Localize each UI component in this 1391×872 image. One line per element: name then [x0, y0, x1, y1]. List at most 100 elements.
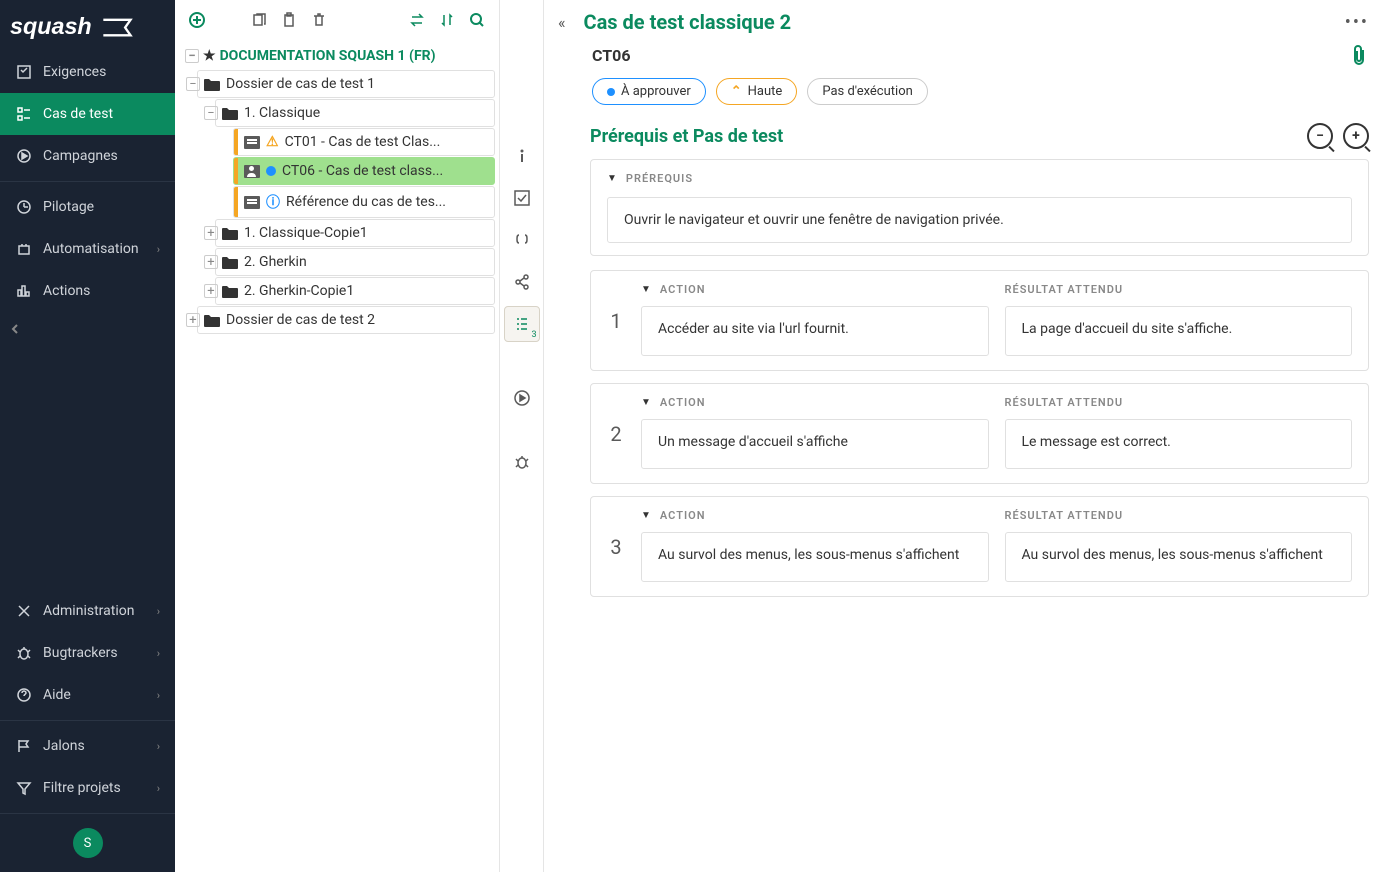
- search-button[interactable]: [463, 6, 491, 34]
- tree-item[interactable]: ⚠ CT01 - Cas de test Clas...: [233, 128, 495, 156]
- expand-icon[interactable]: +: [204, 226, 218, 240]
- tree-label: CT06 - Cas de test class...: [282, 163, 488, 179]
- prerequisite-header[interactable]: ▼ PRÉREQUIS: [607, 172, 1352, 185]
- test-step: 1 ▼ACTION Accéder au site via l'url four…: [590, 270, 1369, 371]
- folder-icon: [204, 78, 220, 91]
- dot-icon: [607, 88, 615, 96]
- prerequisite-text[interactable]: Ouvrir le navigateur et ouvrir une fenêt…: [607, 197, 1352, 243]
- info-tab[interactable]: [504, 138, 540, 174]
- steps-section: Prérequis et Pas de test − + ▼ PRÉREQUIS…: [544, 105, 1391, 609]
- collapse-panel-button[interactable]: «: [558, 13, 566, 32]
- step-number: 3: [591, 497, 641, 596]
- play-tab[interactable]: [504, 380, 540, 416]
- chevron-right-icon: ›: [157, 647, 160, 660]
- nav-bugtrackers[interactable]: Bugtrackers ›: [0, 632, 175, 674]
- tree-folder[interactable]: − 1. Classique: [215, 99, 495, 127]
- tree-body: − ★ DOCUMENTATION SQUASH 1 (FR) − Dossie…: [175, 40, 499, 872]
- swap-button[interactable]: [403, 6, 431, 34]
- zoom-in-icon[interactable]: +: [1343, 123, 1369, 149]
- nav-jalons[interactable]: Jalons ›: [0, 725, 175, 767]
- share-tab[interactable]: [504, 264, 540, 300]
- collapse-icon[interactable]: −: [186, 77, 200, 91]
- chevron-right-icon: ›: [157, 782, 160, 795]
- caret-down-icon: ▼: [641, 284, 652, 295]
- automation-icon: [15, 240, 33, 258]
- collapse-sidebar-button[interactable]: [0, 312, 175, 346]
- admin-icon: [15, 602, 33, 620]
- step-number: 2: [591, 384, 641, 483]
- action-label: ACTION: [660, 509, 706, 522]
- result-header[interactable]: RÉSULTAT ATTENDU: [1005, 509, 1353, 522]
- check-tab[interactable]: [504, 180, 540, 216]
- warning-icon: ⚠: [266, 134, 279, 150]
- tree-item-selected[interactable]: CT06 - Cas de test class...: [233, 157, 495, 185]
- nav-aide[interactable]: Aide ›: [0, 674, 175, 716]
- nav-label: Actions: [43, 283, 90, 299]
- reference-label: CT06: [592, 46, 1349, 65]
- tree-label: Dossier de cas de test 1: [226, 76, 488, 92]
- zoom-out-icon[interactable]: −: [1307, 123, 1333, 149]
- result-label: RÉSULTAT ATTENDU: [1005, 283, 1124, 296]
- copy-button[interactable]: [245, 6, 273, 34]
- tree-root[interactable]: − ★ DOCUMENTATION SQUASH 1 (FR): [179, 43, 495, 69]
- user-avatar[interactable]: S: [73, 828, 103, 858]
- tree-folder[interactable]: + 2. Gherkin-Copie1: [215, 277, 495, 305]
- main-content: « Cas de test classique 2 ••• CT06 À app…: [544, 0, 1391, 872]
- chevron-right-icon: ›: [157, 740, 160, 753]
- result-text[interactable]: La page d'accueil du site s'affiche.: [1005, 306, 1353, 356]
- result-label: RÉSULTAT ATTENDU: [1005, 509, 1124, 522]
- tree-folder[interactable]: − Dossier de cas de test 1: [197, 70, 495, 98]
- code-tab[interactable]: [504, 222, 540, 258]
- tree-folder[interactable]: + Dossier de cas de test 2: [197, 306, 495, 334]
- sidebar: squash Exigences Cas de test Campagnes P…: [0, 0, 175, 872]
- nav-label: Administration: [43, 603, 134, 619]
- bug-tab[interactable]: [504, 444, 540, 480]
- nav-cas-de-test[interactable]: Cas de test: [0, 93, 175, 135]
- actions-icon: [15, 282, 33, 300]
- action-text[interactable]: Accéder au site via l'url fournit.: [641, 306, 989, 356]
- action-text[interactable]: Un message d'accueil s'affiche: [641, 419, 989, 469]
- more-icon[interactable]: •••: [1345, 12, 1369, 33]
- add-button[interactable]: [183, 6, 211, 34]
- paste-button[interactable]: [275, 6, 303, 34]
- status-chip-approve[interactable]: À approuver: [592, 78, 706, 105]
- delete-button[interactable]: [305, 6, 333, 34]
- nav-automatisation[interactable]: Automatisation ›: [0, 228, 175, 270]
- logo: squash: [0, 0, 175, 51]
- priority-chip-high[interactable]: ⌃Haute: [716, 78, 798, 105]
- nav-actions[interactable]: Actions: [0, 270, 175, 312]
- nav-administration[interactable]: Administration ›: [0, 590, 175, 632]
- steps-tab[interactable]: 3: [504, 306, 540, 342]
- tree-folder[interactable]: + 2. Gherkin: [215, 248, 495, 276]
- testcase-type-icon: [244, 136, 260, 149]
- tree-label: CT01 - Cas de test Clas...: [285, 134, 488, 150]
- action-label: ACTION: [660, 283, 706, 296]
- expand-icon[interactable]: +: [186, 313, 200, 327]
- chip-label: Haute: [748, 84, 783, 99]
- tree-item[interactable]: ⓘ Référence du cas de tes...: [233, 186, 495, 218]
- action-text[interactable]: Au survol des menus, les sous-menus s'af…: [641, 532, 989, 582]
- sort-button[interactable]: [433, 6, 461, 34]
- dashboard-icon: [15, 198, 33, 216]
- tree-folder[interactable]: + 1. Classique-Copie1: [215, 219, 495, 247]
- result-header[interactable]: RÉSULTAT ATTENDU: [1005, 283, 1353, 296]
- action-header[interactable]: ▼ACTION: [641, 396, 989, 409]
- nav-filtre-projets[interactable]: Filtre projets ›: [0, 767, 175, 809]
- expand-icon[interactable]: +: [204, 255, 218, 269]
- action-header[interactable]: ▼ACTION: [641, 509, 989, 522]
- action-label: ACTION: [660, 396, 706, 409]
- collapse-icon[interactable]: −: [185, 49, 199, 63]
- attachment-icon[interactable]: [1349, 44, 1369, 66]
- nav-exigences[interactable]: Exigences: [0, 51, 175, 93]
- result-text[interactable]: Le message est correct.: [1005, 419, 1353, 469]
- expand-icon[interactable]: +: [204, 284, 218, 298]
- execution-chip[interactable]: Pas d'exécution: [807, 78, 927, 105]
- nav-pilotage[interactable]: Pilotage: [0, 186, 175, 228]
- result-header[interactable]: RÉSULTAT ATTENDU: [1005, 396, 1353, 409]
- action-header[interactable]: ▼ ACTION: [641, 283, 989, 296]
- chevron-right-icon: ›: [157, 243, 160, 256]
- result-label: RÉSULTAT ATTENDU: [1005, 396, 1124, 409]
- collapse-icon[interactable]: −: [204, 106, 218, 120]
- result-text[interactable]: Au survol des menus, les sous-menus s'af…: [1005, 532, 1353, 582]
- nav-campagnes[interactable]: Campagnes: [0, 135, 175, 177]
